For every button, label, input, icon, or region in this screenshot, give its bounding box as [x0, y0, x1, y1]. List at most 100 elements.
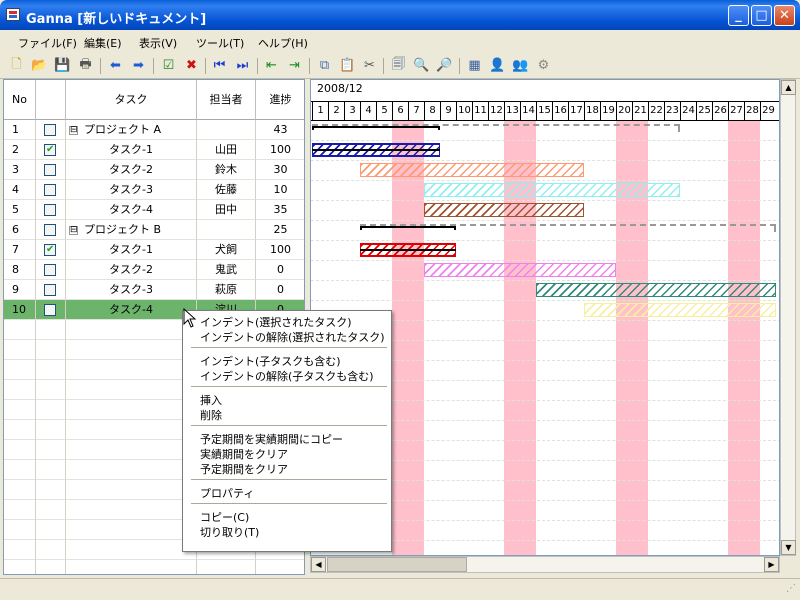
- progress-cell[interactable]: 100: [256, 240, 304, 260]
- scroll-thumb[interactable]: [327, 557, 467, 572]
- table-row[interactable]: 7 タスク-1 犬飼100: [4, 240, 304, 260]
- row-checkbox[interactable]: [44, 264, 56, 276]
- checklist-icon[interactable]: ☑: [160, 57, 177, 74]
- table-row[interactable]: 1 ⊟ プロジェクト A 43: [4, 120, 304, 140]
- menu-edit[interactable]: 編集(E): [84, 35, 122, 51]
- save-icon[interactable]: 💾: [54, 57, 71, 74]
- progress-cell[interactable]: 43: [256, 120, 304, 140]
- task-bar[interactable]: [424, 183, 680, 197]
- progress-cell[interactable]: 100: [256, 140, 304, 160]
- task-name-cell[interactable]: タスク-2: [66, 260, 197, 280]
- col-header-no[interactable]: No: [4, 80, 36, 120]
- task-name-cell[interactable]: タスク-4: [66, 200, 197, 220]
- context-menu-item[interactable]: 予定期間を実績期間にコピー: [200, 431, 343, 447]
- menu-view[interactable]: 表示(V): [139, 35, 177, 51]
- row-checkbox[interactable]: [44, 140, 56, 160]
- progress-cell[interactable]: 25: [256, 220, 304, 240]
- owner-cell[interactable]: 萩原: [197, 280, 256, 300]
- indent-right-icon[interactable]: ⇥: [286, 57, 303, 74]
- row-checkbox[interactable]: [44, 184, 56, 196]
- arrow-left-icon[interactable]: ⬅: [107, 57, 124, 74]
- context-menu-item[interactable]: プロパティ: [200, 485, 254, 501]
- task-name-cell[interactable]: タスク-3: [66, 180, 197, 200]
- owner-cell[interactable]: [197, 120, 256, 140]
- menu-tools[interactable]: ツール(T): [196, 35, 244, 51]
- col-header-task[interactable]: タスク: [66, 80, 197, 120]
- users-icon[interactable]: 👥: [512, 57, 529, 74]
- summary-plan-bar[interactable]: [360, 224, 776, 232]
- progress-cell[interactable]: 0: [256, 260, 304, 280]
- context-menu-item[interactable]: インデント(子タスクも含む): [200, 353, 341, 369]
- zoom-in-icon[interactable]: 🔍: [413, 57, 430, 74]
- context-menu-item[interactable]: 実績期間をクリア: [200, 446, 288, 462]
- owner-cell[interactable]: 犬飼: [197, 240, 256, 260]
- title-bar[interactable]: Ganna [新しいドキュメント] _ □ ✕: [0, 0, 800, 30]
- scroll-left-icon[interactable]: ◀: [311, 557, 326, 572]
- zoom-out-icon[interactable]: 🔎: [436, 57, 453, 74]
- table-icon[interactable]: ▦: [466, 57, 483, 74]
- delete-icon[interactable]: ✖: [183, 57, 200, 74]
- task-name-cell[interactable]: タスク-1: [66, 240, 197, 260]
- progress-cell[interactable]: 35: [256, 200, 304, 220]
- scroll-right-icon[interactable]: ▶: [764, 557, 779, 572]
- copy-icon[interactable]: ⧉: [316, 57, 333, 74]
- owner-cell[interactable]: 佐藤: [197, 180, 256, 200]
- table-row[interactable]: 3 タスク-2 鈴木 30: [4, 160, 304, 180]
- task-name-cell[interactable]: タスク-4: [66, 300, 197, 320]
- arrow-right-icon[interactable]: ➡: [130, 57, 147, 74]
- owner-cell[interactable]: [197, 220, 256, 240]
- open-icon[interactable]: 📂: [31, 57, 48, 74]
- col-header-check[interactable]: [36, 80, 66, 120]
- table-row[interactable]: 6 ⊟ プロジェクト B 25: [4, 220, 304, 240]
- row-checkbox[interactable]: [44, 224, 56, 236]
- owner-cell[interactable]: 山田: [197, 140, 256, 160]
- menu-help[interactable]: ヘルプ(H): [258, 35, 308, 51]
- progress-cell[interactable]: 0: [256, 280, 304, 300]
- task-name-cell[interactable]: タスク-3: [66, 280, 197, 300]
- progress-cell[interactable]: 10: [256, 180, 304, 200]
- table-row[interactable]: 9 タスク-3 萩原 0: [4, 280, 304, 300]
- owner-cell[interactable]: 鈴木: [197, 160, 256, 180]
- owner-cell[interactable]: 田中: [197, 200, 256, 220]
- owner-cell[interactable]: 鬼武: [197, 260, 256, 280]
- progress-cell[interactable]: 30: [256, 160, 304, 180]
- task-name-cell[interactable]: ⊟ プロジェクト A: [66, 120, 197, 140]
- context-menu-item[interactable]: 予定期間をクリア: [200, 461, 288, 477]
- table-row[interactable]: 4 タスク-3 佐藤 10: [4, 180, 304, 200]
- menu-file[interactable]: ファイル(F): [18, 35, 77, 51]
- task-name-cell[interactable]: タスク-1: [66, 140, 197, 160]
- maximize-button[interactable]: □: [751, 5, 772, 26]
- actual-bar[interactable]: [360, 249, 456, 251]
- print-icon[interactable]: 🖶: [77, 57, 94, 74]
- vertical-scrollbar[interactable]: ▲ ▼: [780, 79, 796, 556]
- task-bar[interactable]: [536, 283, 776, 297]
- task-bar[interactable]: [584, 303, 776, 317]
- indent-left-icon[interactable]: ⇤: [263, 57, 280, 74]
- task-bar[interactable]: [424, 203, 584, 217]
- close-button[interactable]: ✕: [774, 5, 795, 26]
- col-header-progress[interactable]: 進捗: [256, 80, 304, 120]
- context-menu-item[interactable]: 挿入: [200, 392, 222, 408]
- task-bar[interactable]: [360, 163, 584, 177]
- context-menu-item[interactable]: 削除: [200, 407, 222, 423]
- summary-plan-bar[interactable]: [312, 124, 680, 132]
- scroll-down-icon[interactable]: ▼: [781, 540, 796, 555]
- table-row[interactable]: 8 タスク-2 鬼武 0: [4, 260, 304, 280]
- context-menu-item[interactable]: インデント(選択されたタスク): [200, 314, 352, 330]
- row-checkbox[interactable]: [44, 240, 56, 260]
- cut-icon[interactable]: ✂: [361, 57, 378, 74]
- row-checkbox[interactable]: [44, 304, 56, 316]
- table-row[interactable]: 2 タスク-1 山田100: [4, 140, 304, 160]
- horizontal-scrollbar[interactable]: ◀ ▶: [310, 556, 780, 573]
- row-checkbox[interactable]: [44, 124, 56, 136]
- scroll-up-icon[interactable]: ▲: [781, 80, 796, 95]
- table-row[interactable]: 5 タスク-4 田中 35: [4, 200, 304, 220]
- actual-bar[interactable]: [312, 149, 440, 151]
- minimize-button[interactable]: _: [728, 5, 749, 26]
- collapse-toggle-icon[interactable]: ⊟: [69, 226, 78, 235]
- task-bar[interactable]: [424, 263, 616, 277]
- new-icon[interactable]: 🗋: [8, 57, 25, 74]
- pages-icon[interactable]: 🗐: [390, 57, 407, 74]
- context-menu-item[interactable]: コピー(C): [200, 509, 249, 525]
- col-header-owner[interactable]: 担当者: [197, 80, 256, 120]
